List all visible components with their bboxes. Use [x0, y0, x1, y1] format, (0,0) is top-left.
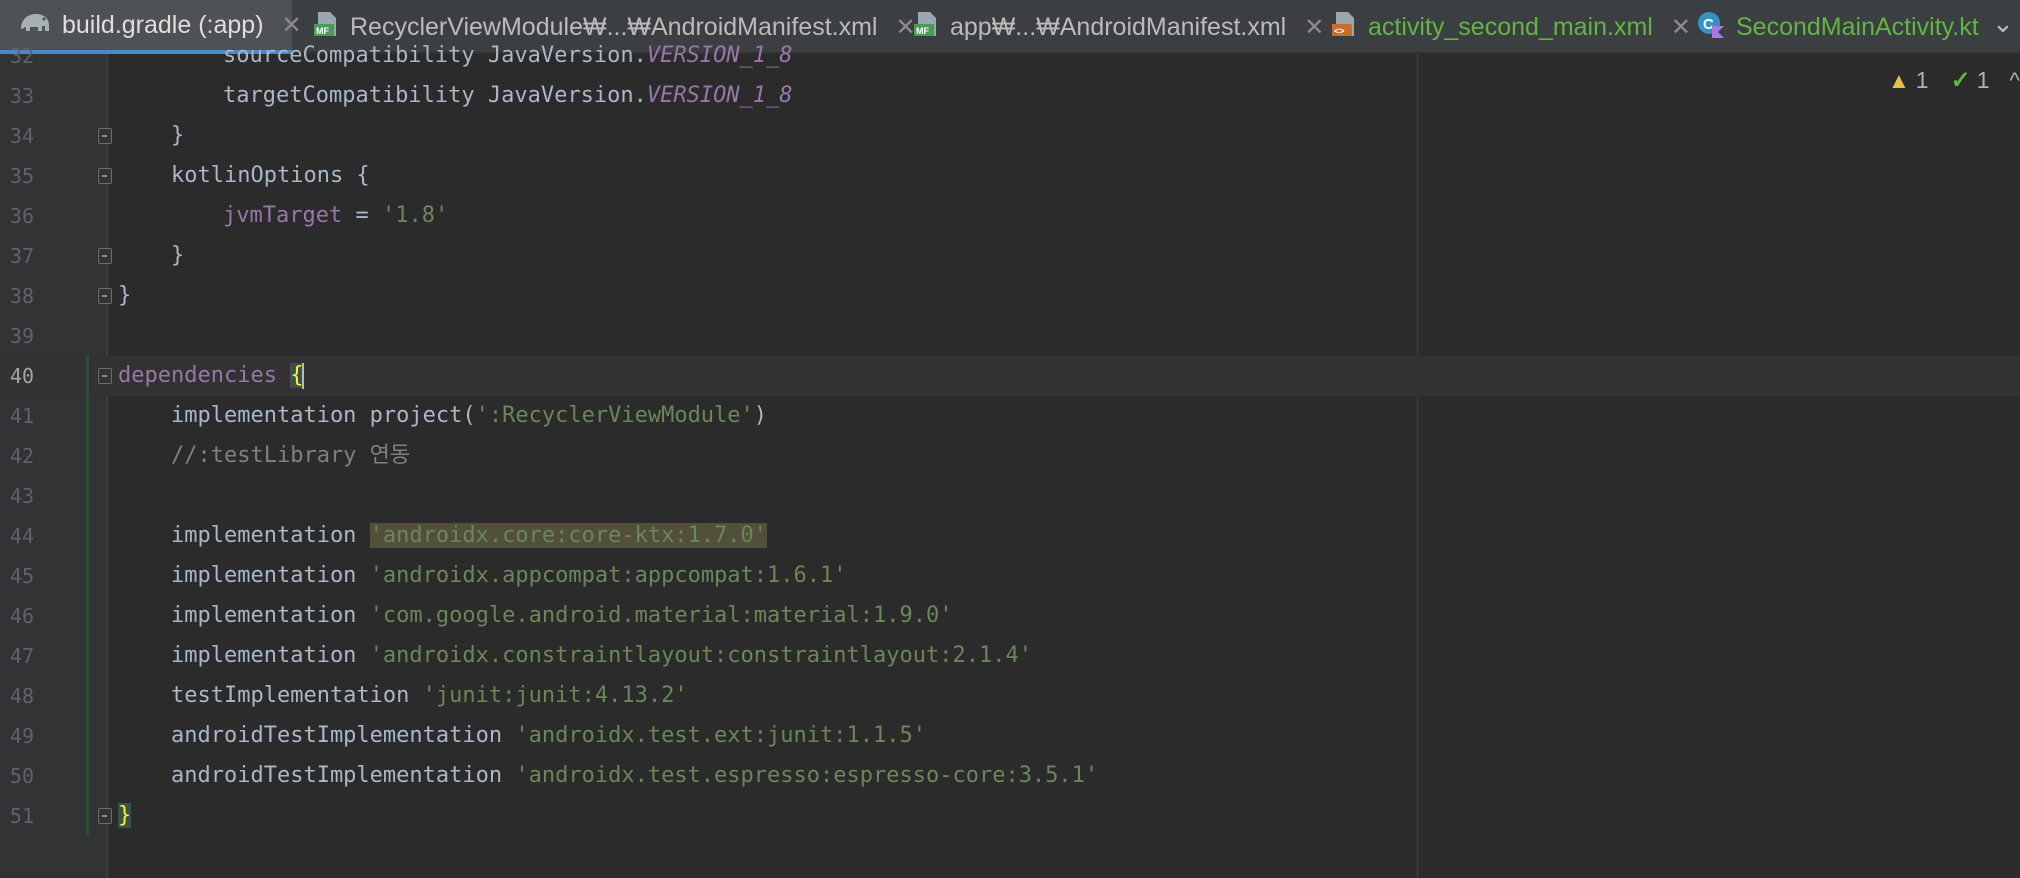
line-number: 37 [9, 244, 34, 268]
code-line-current: 40 dependencies { [0, 356, 2020, 396]
code-line: 38 } [0, 276, 2020, 316]
line-number: 44 [9, 524, 34, 548]
code-line: 39 [0, 316, 2020, 356]
code-text: androidTestImplementation 'androidx.test… [171, 723, 926, 748]
check-icon: ✓ [1950, 67, 1971, 94]
code-line: 35 kotlinOptions { [0, 156, 2020, 196]
svg-text:MF: MF [316, 26, 329, 36]
fold-start-icon[interactable] [98, 368, 112, 384]
code-line: 41 implementation project(':RecyclerView… [0, 396, 2020, 436]
inspection-widget[interactable]: ▲ 1 ✓ 1 ^ [1888, 66, 2020, 95]
line-number: 48 [9, 684, 34, 708]
code-text: } [118, 283, 132, 308]
code-line: 42 //:testLibrary 연동 [0, 436, 2020, 476]
line-number: 32 [9, 44, 34, 68]
line-number: 42 [9, 444, 34, 468]
line-number: 34 [9, 124, 34, 148]
line-number: 33 [9, 84, 34, 108]
code-text: testImplementation 'junit:junit:4.13.2' [171, 683, 688, 708]
code-text: implementation 'androidx.appcompat:appco… [171, 563, 847, 588]
fold-end-icon[interactable] [98, 808, 112, 824]
code-text: implementation 'com.google.android.mater… [171, 603, 953, 628]
warning-icon: ▲ [1888, 67, 1910, 93]
code-comment: //:testLibrary 연동 [171, 443, 411, 468]
code-line: 48 testImplementation 'junit:junit:4.13.… [0, 676, 2020, 716]
code-text: sourceCompatibility JavaVersion.VERSION_… [223, 43, 793, 68]
code-text: } [171, 123, 185, 148]
code-line: 46 implementation 'com.google.android.ma… [0, 596, 2020, 636]
code-text: androidTestImplementation 'androidx.test… [171, 763, 1099, 788]
code-line: 33 targetCompatibility JavaVersion.VERSI… [0, 76, 2020, 116]
line-number: 38 [9, 284, 34, 308]
line-number: 45 [9, 564, 34, 588]
fold-end-icon[interactable] [98, 128, 112, 144]
code-line: 36 jvmTarget = '1.8' [0, 196, 2020, 236]
code-text: jvmTarget = '1.8' [223, 203, 449, 228]
code-text: dependencies { [118, 363, 305, 389]
code-line: 32 sourceCompatibility JavaVersion.VERSI… [0, 36, 2020, 76]
code-line: 49 androidTestImplementation 'androidx.t… [0, 716, 2020, 756]
line-number: 36 [9, 204, 34, 228]
vcs-change-marker[interactable] [86, 355, 89, 835]
fold-end-icon[interactable] [98, 288, 112, 304]
fold-start-icon[interactable] [98, 168, 112, 184]
code-line: 47 implementation 'androidx.constraintla… [0, 636, 2020, 676]
code-line: 44 implementation 'androidx.core:core-kt… [0, 516, 2020, 556]
code-text: implementation 'androidx.core:core-ktx:1… [171, 523, 768, 548]
code-text: } [118, 796, 132, 836]
line-number: 46 [9, 604, 34, 628]
svg-text:<>: <> [1334, 26, 1345, 36]
line-number: 43 [9, 484, 34, 508]
line-number: 40 [9, 364, 34, 388]
fold-end-icon[interactable] [98, 248, 112, 264]
line-number: 49 [9, 724, 34, 748]
warning-count: 1 [1915, 67, 1929, 93]
line-number: 39 [9, 324, 34, 348]
matched-brace: } [118, 803, 132, 828]
line-number: 41 [9, 404, 34, 428]
chevron-down-icon[interactable]: ⌄ [1992, 8, 2014, 39]
line-number: 35 [9, 164, 34, 188]
code-line: 34 } [0, 116, 2020, 156]
code-line: 50 androidTestImplementation 'androidx.t… [0, 756, 2020, 796]
matched-brace: { [290, 363, 304, 388]
chevron-up-icon[interactable]: ^ [2009, 68, 2019, 94]
code-line: 45 implementation 'androidx.appcompat:ap… [0, 556, 2020, 596]
highlighted-string: 'androidx.core:core-ktx:1.7.0' [369, 523, 768, 548]
code-text: implementation 'androidx.constraintlayou… [171, 643, 1032, 668]
code-text: implementation project(':RecyclerViewMod… [171, 403, 768, 428]
weak-warning-count: 1 [1976, 67, 1990, 93]
code-line: 43 [0, 476, 2020, 516]
code-editor[interactable]: 32 sourceCompatibility JavaVersion.VERSI… [0, 43, 2020, 878]
code-line: 37 } [0, 236, 2020, 276]
code-text: } [171, 243, 185, 268]
code-text: kotlinOptions { [171, 163, 370, 188]
text-cursor [302, 363, 305, 389]
code-text: targetCompatibility JavaVersion.VERSION_… [223, 83, 793, 108]
svg-text:MF: MF [916, 26, 929, 36]
line-number: 51 [9, 804, 34, 828]
code-line: 51 } [0, 796, 2020, 836]
line-number: 50 [9, 764, 34, 788]
line-number: 47 [9, 644, 34, 668]
